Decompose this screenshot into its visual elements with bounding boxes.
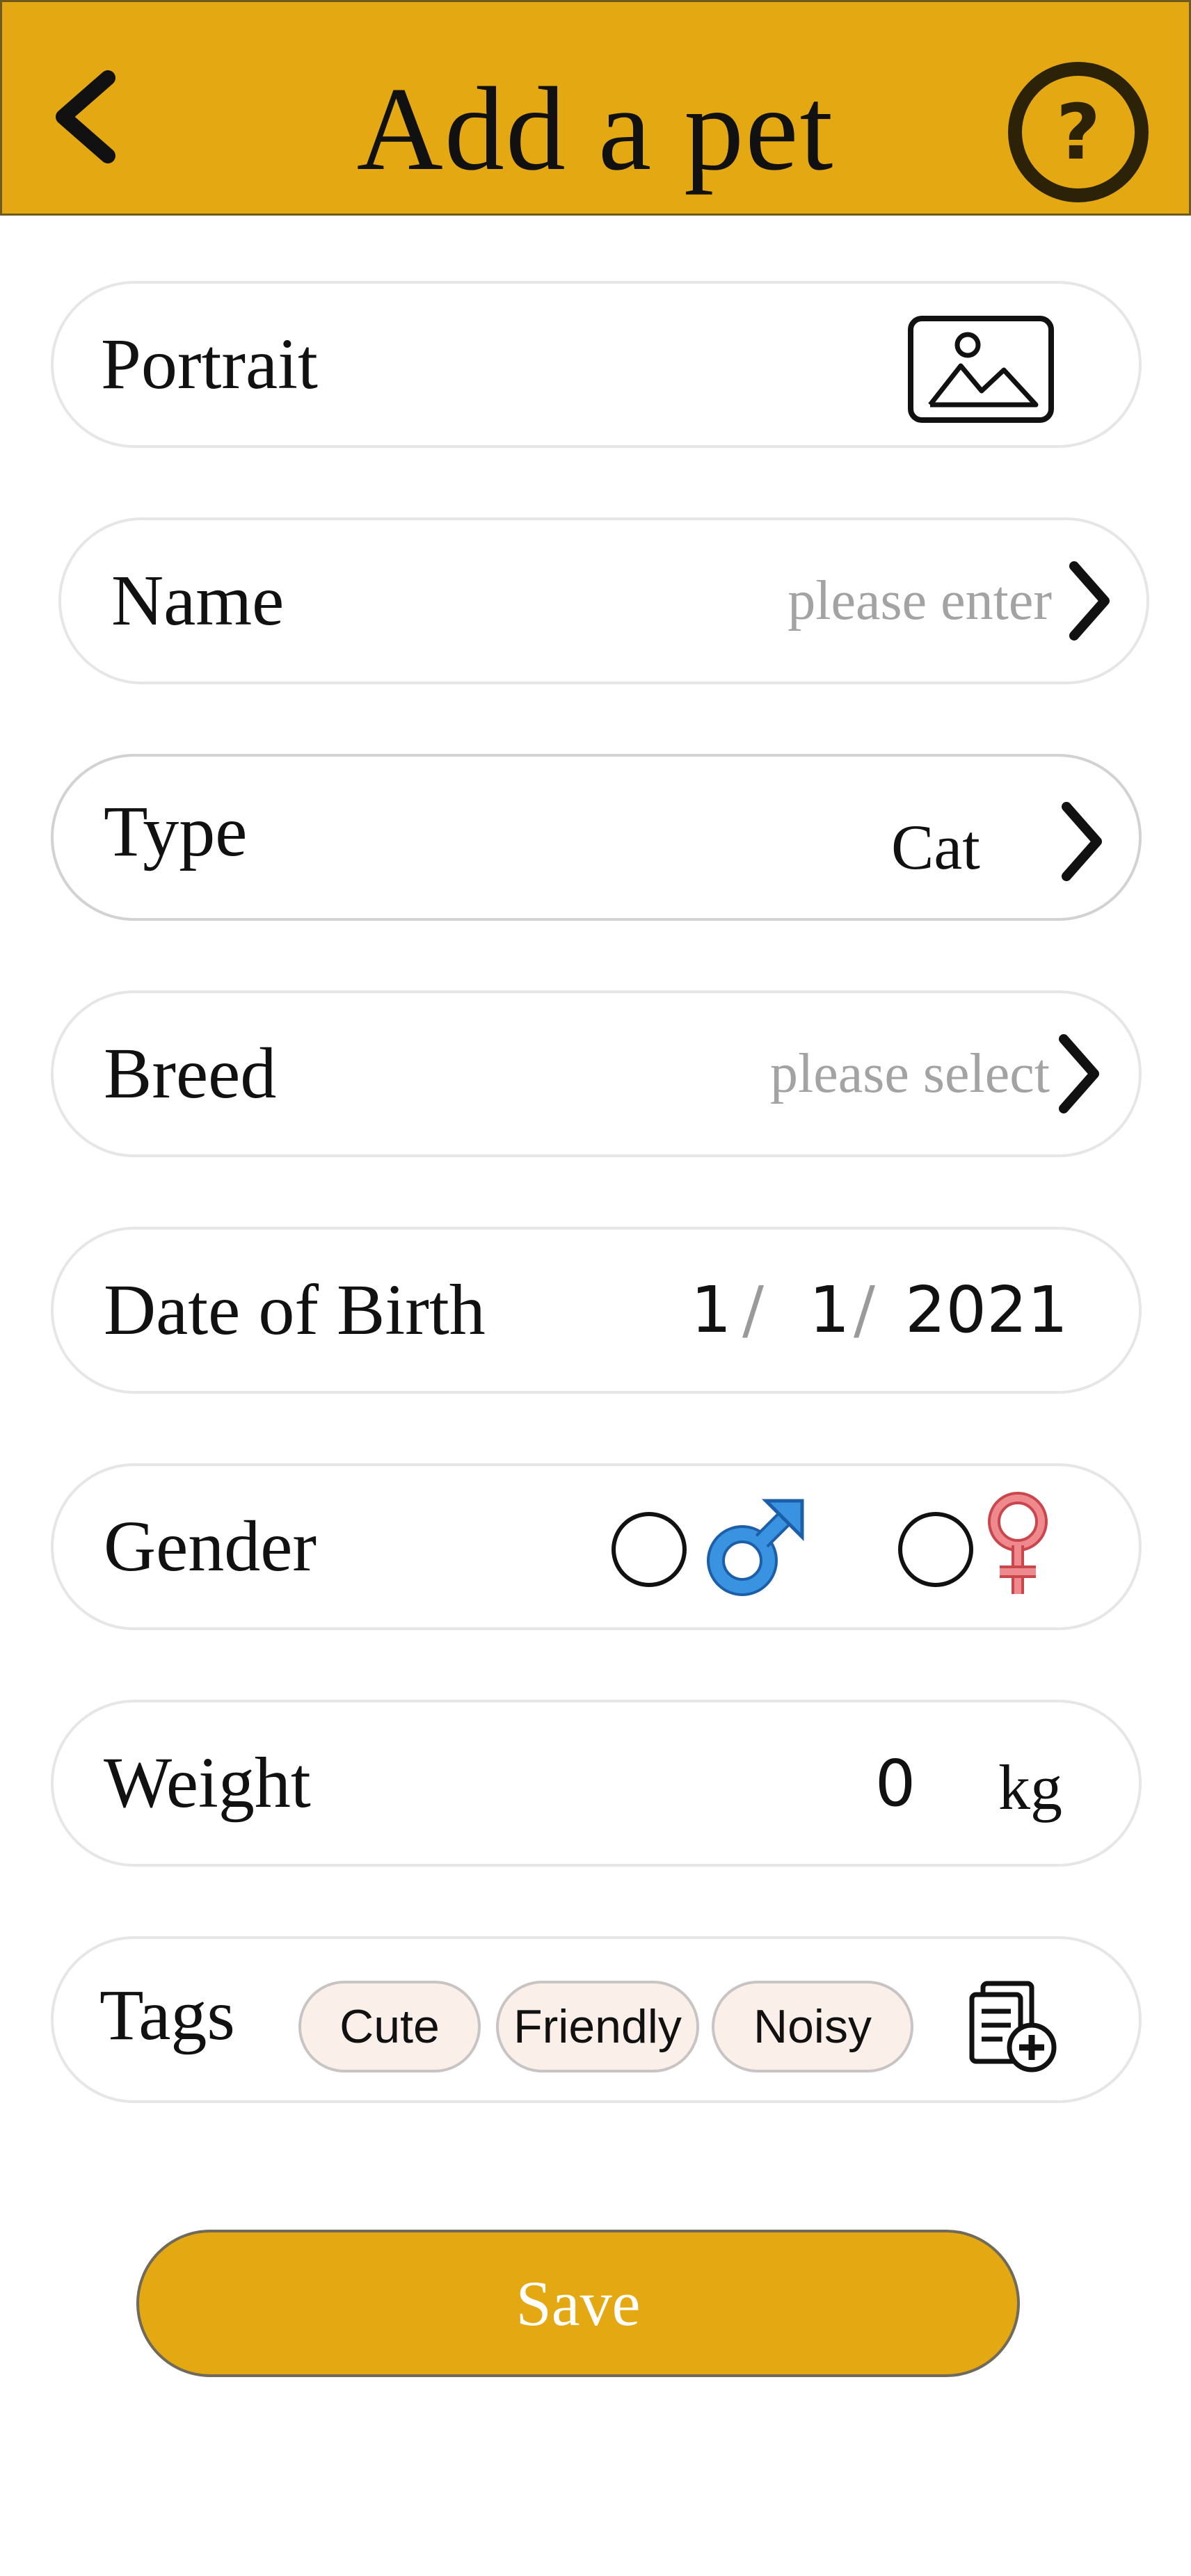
dob-separator: / [742, 1273, 764, 1347]
breed-label: Breed [104, 1033, 277, 1113]
portrait-label: Portrait [101, 324, 318, 404]
name-label: Name [111, 561, 285, 641]
weight-row: Weight kg [51, 1700, 1142, 1867]
portrait-row[interactable]: Portrait [51, 281, 1142, 448]
gender-male-radio[interactable] [612, 1512, 687, 1587]
female-symbol-icon[interactable] [983, 1490, 1053, 1601]
weight-input[interactable] [847, 1744, 944, 1822]
type-label: Type [104, 791, 248, 871]
tag-chip[interactable]: Cute [298, 1981, 481, 2072]
dob-month[interactable]: 1 [691, 1230, 732, 1391]
save-button[interactable]: Save [136, 2230, 1020, 2377]
image-icon[interactable] [906, 314, 1055, 424]
dob-label: Date of Birth [104, 1270, 486, 1350]
gender-label: Gender [104, 1506, 317, 1586]
breed-select[interactable]: please select [770, 993, 1050, 1154]
help-button[interactable]: ? [1008, 62, 1149, 202]
breed-row[interactable]: Breed please select [51, 990, 1142, 1157]
name-input[interactable]: please enter [788, 520, 1052, 682]
chevron-right-icon[interactable] [1054, 800, 1110, 883]
tags-row: Tags Cute Friendly Noisy [51, 1936, 1142, 2103]
gender-row: Gender [51, 1463, 1142, 1630]
dob-row[interactable]: Date of Birth 1 / 1 / 2021 [51, 1227, 1142, 1394]
type-value[interactable]: Cat [891, 766, 980, 928]
name-row[interactable]: Name please enter [58, 517, 1149, 684]
add-tag-icon[interactable] [965, 1978, 1062, 2075]
dob-day[interactable]: 1 [809, 1230, 850, 1391]
male-symbol-icon[interactable] [703, 1495, 808, 1600]
weight-label: Weight [104, 1743, 311, 1823]
tags-label: Tags [99, 1975, 235, 2055]
gender-female-radio[interactable] [898, 1512, 973, 1587]
dob-year[interactable]: 2021 [905, 1230, 1068, 1391]
chevron-right-icon[interactable] [1051, 1032, 1107, 1116]
weight-unit: kg [998, 1752, 1062, 1823]
tag-chip[interactable]: Friendly [496, 1981, 699, 2072]
dob-separator: / [854, 1273, 875, 1347]
type-row[interactable]: Type Cat [51, 754, 1142, 921]
tag-chip[interactable]: Noisy [712, 1981, 913, 2072]
chevron-right-icon[interactable] [1062, 559, 1117, 643]
help-circle-icon: ? [1056, 88, 1101, 177]
app-header: Add a pet ? [0, 0, 1191, 216]
